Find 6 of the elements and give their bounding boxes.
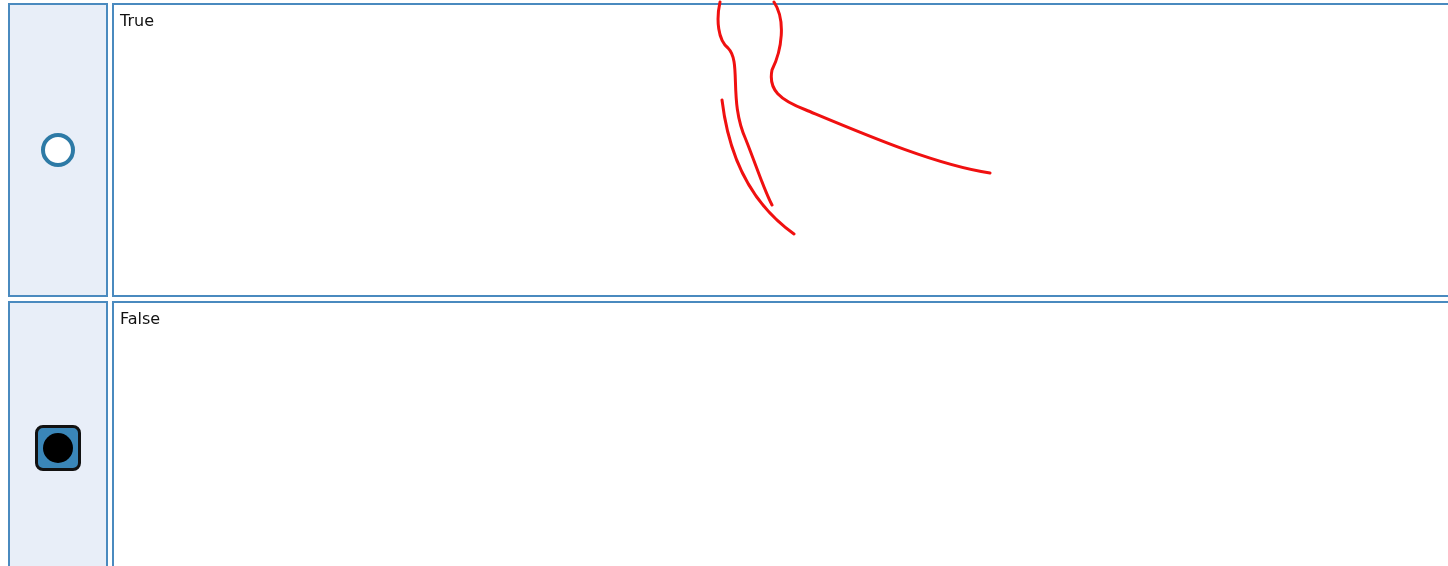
answer-cell[interactable]: True bbox=[112, 3, 1448, 297]
answer-cell[interactable]: False bbox=[112, 301, 1448, 566]
radio-button[interactable] bbox=[35, 425, 81, 471]
answer-text: False bbox=[120, 309, 161, 328]
radio-button[interactable] bbox=[41, 133, 75, 167]
answer-text: True bbox=[120, 11, 154, 30]
